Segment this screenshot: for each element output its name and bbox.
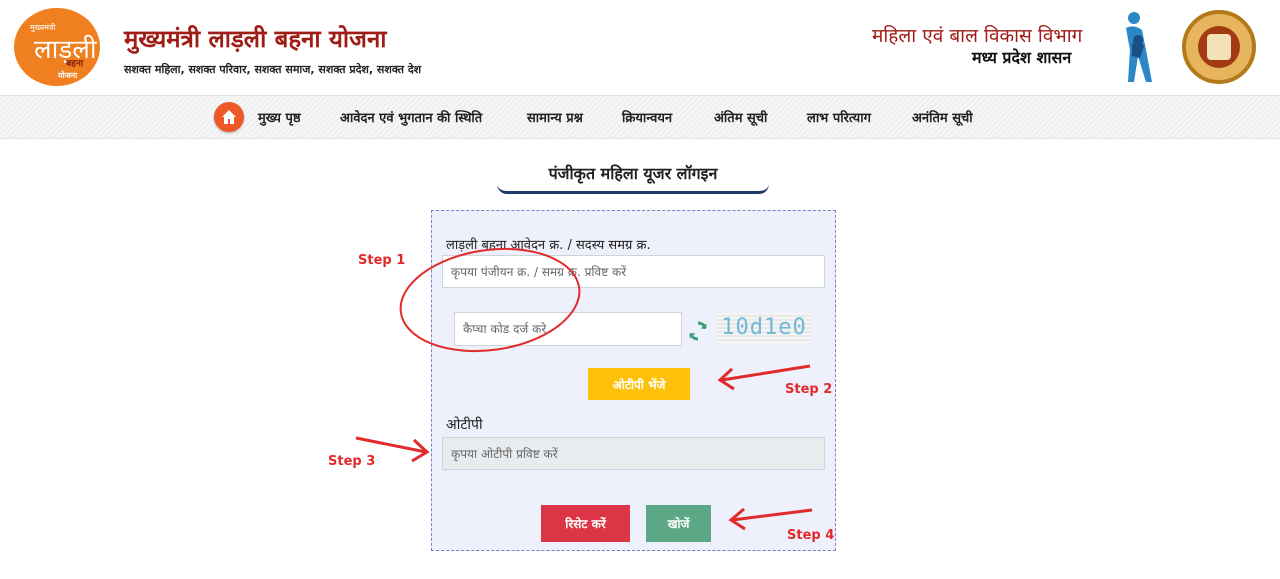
main-navigation: मुख्य पृष्ठ आवेदन एवं भुगतान की स्थिति स… xyxy=(0,95,1280,139)
emblem-inner xyxy=(1198,26,1240,68)
step1-label: Step 1 xyxy=(358,253,406,268)
step2-label: Step 2 xyxy=(785,382,833,397)
ladli-behna-logo[interactable]: मुख्यमंत्री लाड़ली बहना योजना xyxy=(14,8,100,86)
nav-item-faq[interactable]: सामान्य प्रश्न xyxy=(527,108,583,126)
emblem-center xyxy=(1207,34,1231,60)
page-title: पंजीकृत महिला यूजर लॉगइन xyxy=(497,158,769,194)
reset-button[interactable]: रिसेट करें xyxy=(541,505,630,542)
nav-item-implementation[interactable]: क्रियान्वयन xyxy=(622,108,672,126)
otp-input[interactable] xyxy=(442,437,825,470)
captcha-image: 10d1e0 xyxy=(716,313,812,343)
search-button[interactable]: खोजें xyxy=(646,505,711,542)
login-form: लाड़ली बहना आवेदन क्र. / सदस्य समग्र क्र… xyxy=(431,210,836,551)
refresh-captcha-icon[interactable] xyxy=(686,319,710,343)
nav-item-provisional-list[interactable]: अनंतिम सूची xyxy=(912,108,973,126)
step4-label: Step 4 xyxy=(787,528,835,543)
government-name: मध्य प्रदेश शासन xyxy=(972,48,1072,67)
home-icon xyxy=(222,110,236,124)
site-tagline: सशक्त महिला, सशक्त परिवार, सशक्त समाज, स… xyxy=(124,63,422,76)
home-button[interactable] xyxy=(214,102,244,132)
nav-item-application-status[interactable]: आवेदन एवं भुगतान की स्थिति xyxy=(340,108,482,126)
registration-label: लाड़ली बहना आवेदन क्र. / सदस्य समग्र क्र… xyxy=(446,238,651,253)
department-name: महिला एवं बाल विकास विभाग xyxy=(872,25,1083,47)
nav-item-benefit-relinquish[interactable]: लाभ परित्याग xyxy=(807,108,871,126)
nav-item-home[interactable]: मुख्य पृष्ठ xyxy=(258,108,301,126)
step3-label: Step 3 xyxy=(328,454,376,469)
nav-item-final-list[interactable]: अंतिम सूची xyxy=(714,108,767,126)
logo-line4: योजना xyxy=(58,71,78,80)
site-title: मुख्यमंत्री लाड़ली बहना योजना xyxy=(124,25,387,53)
site-header: मुख्यमंत्री लाड़ली बहना योजना मुख्यमंत्र… xyxy=(0,0,1280,95)
otp-label: ओटीपी xyxy=(446,417,483,433)
registration-input[interactable] xyxy=(442,255,825,288)
send-otp-button[interactable]: ओटीपी भेंजे xyxy=(588,368,690,400)
mp-government-emblem xyxy=(1182,10,1256,84)
captcha-input[interactable] xyxy=(454,312,682,346)
wcd-department-icon xyxy=(1126,12,1152,82)
logo-line3: बहना xyxy=(66,59,84,69)
